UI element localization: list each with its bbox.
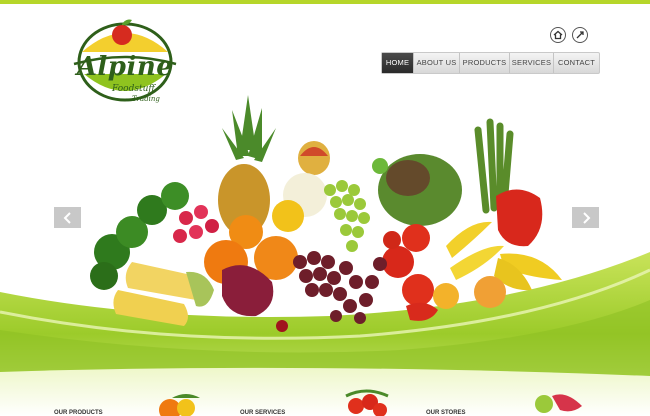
chevron-right-icon [582,211,590,224]
slider-next-button[interactable] [572,207,599,228]
hero-slide-image [0,95,650,416]
feature-services-label[interactable]: OUR SERVICES [240,410,285,416]
feature-strip: OUR PRODUCTS OUR SERVICES OUR STORES [0,400,650,416]
feature-stores-label[interactable]: OUR STORES [426,410,466,416]
feature-products-label[interactable]: OUR PRODUCTS [54,410,103,416]
chevron-left-icon [63,211,71,224]
slider-prev-button[interactable] [54,207,81,228]
